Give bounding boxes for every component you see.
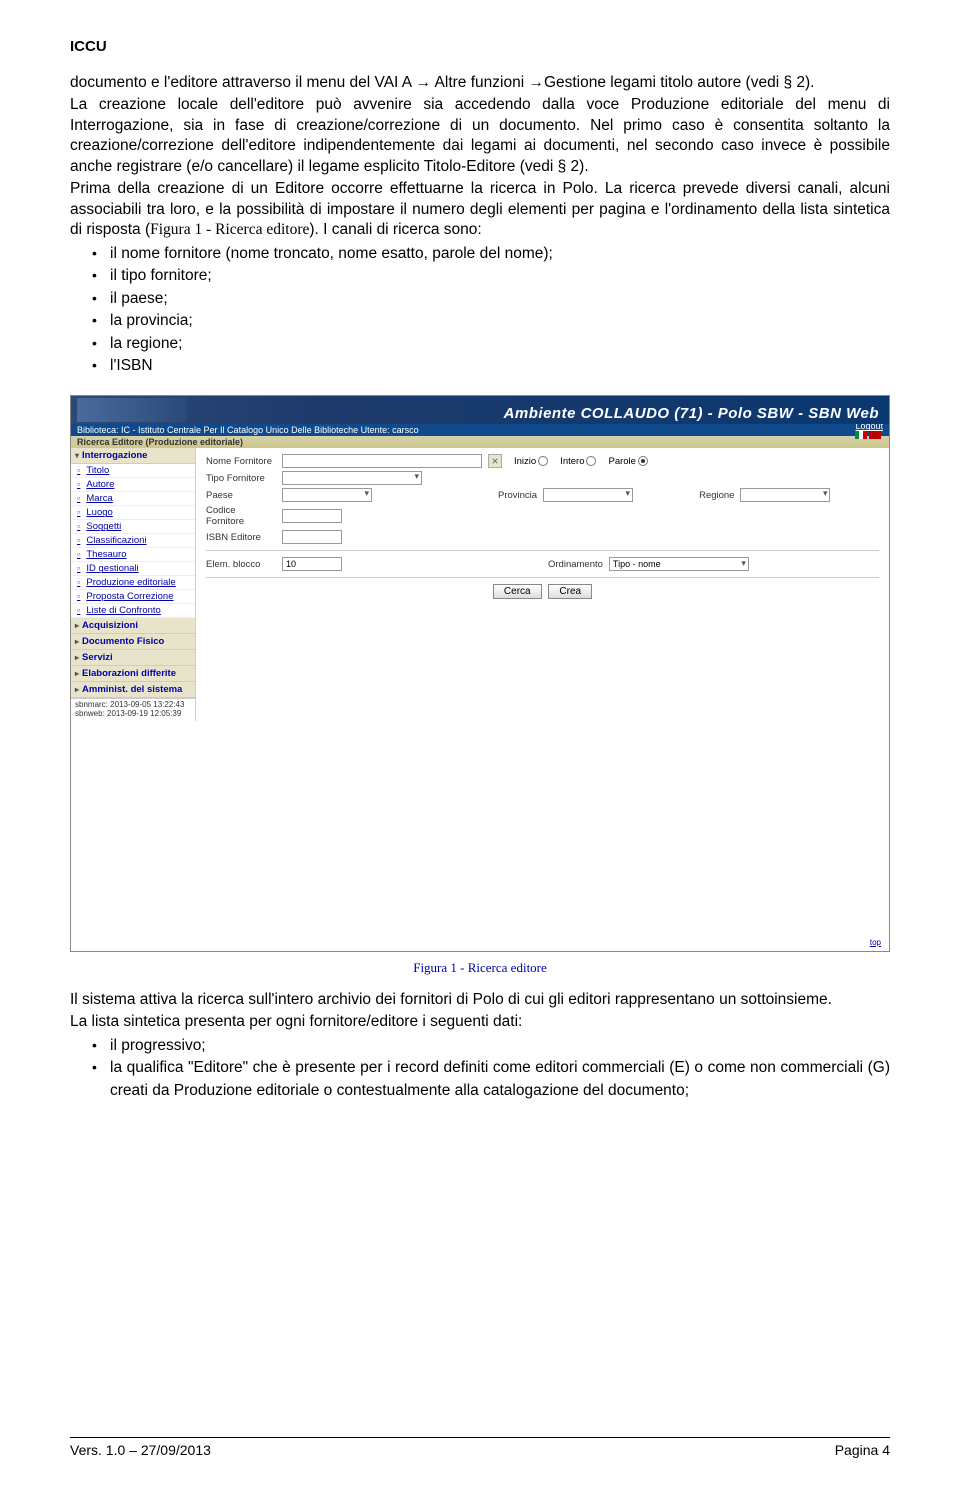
sidebar-item-id-gestionali[interactable]: ID gestionali [71, 562, 195, 576]
input-isbn[interactable] [282, 530, 342, 544]
body-text-2: Il sistema attiva la ricerca sull'intero… [70, 990, 890, 1102]
input-nome-fornitore[interactable] [282, 454, 482, 468]
paragraph-4: Il sistema attiva la ricerca sull'intero… [70, 990, 890, 1010]
build-info-2: sbnweb: 2013-09-19 12:05:39 [75, 710, 191, 719]
paragraph-2: La creazione locale dell'editore può avv… [70, 95, 890, 177]
sidebar-item-thesauro[interactable]: Thesauro [71, 548, 195, 562]
app-title: Ambiente COLLAUDO (71) - Polo SBW - SBN … [504, 405, 879, 422]
select-paese[interactable] [282, 488, 372, 502]
radio-inizio[interactable]: Inizio [514, 456, 548, 467]
label-paese: Paese [206, 490, 276, 501]
sidebar-item-produzione-editoriale[interactable]: Produzione editoriale [71, 576, 195, 590]
label-isbn: ISBN Editore [206, 532, 276, 543]
list-item: la qualifica "Editore" che è presente pe… [110, 1057, 890, 1102]
clear-icon[interactable]: ⨯ [488, 454, 502, 468]
label-codice-fornitore: Codice Fornitore [206, 505, 276, 527]
figure-caption: Figura 1 - Ricerca editore [70, 960, 890, 976]
radio-inizio-label: Inizio [514, 456, 536, 467]
sidebar-section-documento-fisico[interactable]: Documento Fisico [71, 634, 195, 650]
input-codice-fornitore[interactable] [282, 509, 342, 523]
sidebar-section-elaborazioni[interactable]: Elaborazioni differite [71, 666, 195, 682]
app-userbar: Biblioteca: IC - Istituto Centrale Per I… [71, 424, 889, 436]
main-form: Nome Fornitore ⨯ Inizio Intero Parole Ti… [196, 448, 889, 721]
sidebar-item-soggetti[interactable]: Soggetti [71, 520, 195, 534]
bullet-list-2: il progressivo; la qualifica "Editore" c… [70, 1035, 890, 1102]
list-item: il progressivo; [110, 1035, 890, 1057]
sidebar-item-titolo[interactable]: Titolo [71, 464, 195, 478]
sidebar-item-luogo[interactable]: Luogo [71, 506, 195, 520]
select-tipo-fornitore[interactable] [282, 471, 422, 485]
list-item: la provincia; [110, 310, 890, 332]
select-ordinamento[interactable]: Tipo - nome [609, 557, 749, 571]
top-link[interactable]: top [870, 938, 881, 947]
label-nome-fornitore: Nome Fornitore [206, 456, 276, 467]
sidebar-item-proposta-correzione[interactable]: Proposta Correzione [71, 590, 195, 604]
sidebar-item-autore[interactable]: Autore [71, 478, 195, 492]
list-item: l'ISBN [110, 355, 890, 377]
footer-version: Vers. 1.0 – 27/09/2013 [70, 1442, 211, 1458]
body-text: documento e l'editore attraverso il menu… [70, 73, 890, 377]
figure-ref: Figura 1 - Ricerca editore [150, 221, 309, 238]
app-banner: Ambiente COLLAUDO (71) - Polo SBW - SBN … [71, 396, 889, 424]
flag-it-icon[interactable] [855, 431, 867, 439]
sidebar-item-classificazioni[interactable]: Classificazioni [71, 534, 195, 548]
sidebar-item-liste-confronto[interactable]: Liste di Confronto [71, 604, 195, 618]
userbar-left: Biblioteca: IC - Istituto Centrale Per I… [77, 425, 419, 435]
doc-header: ICCU [70, 38, 890, 55]
bullet-list-1: il nome fornitore (nome troncato, nome e… [70, 243, 890, 378]
app-screenshot: Ambiente COLLAUDO (71) - Polo SBW - SBN … [70, 395, 890, 952]
cerca-button[interactable]: Cerca [493, 584, 542, 599]
label-provincia: Provincia [498, 490, 537, 501]
flag-uk-icon[interactable] [869, 431, 881, 439]
radio-intero-label: Intero [560, 456, 584, 467]
list-item: il paese; [110, 288, 890, 310]
sidebar-item-marca[interactable]: Marca [71, 492, 195, 506]
radio-parole-label: Parole [608, 456, 635, 467]
para3-c: ). I canali di ricerca sono: [309, 221, 481, 238]
paragraph-3: Prima della creazione di un Editore occo… [70, 179, 890, 240]
list-item: la regione; [110, 333, 890, 355]
radio-intero[interactable]: Intero [560, 456, 596, 467]
app-logo [77, 398, 187, 422]
sidebar-footer: sbnmarc: 2013-09-05 13:22:43 sbnweb: 201… [71, 698, 195, 721]
input-elem-blocco[interactable]: 10 [282, 557, 342, 571]
label-tipo-fornitore: Tipo Fornitore [206, 473, 276, 484]
sidebar-section-interrogazione[interactable]: Interrogazione [71, 448, 195, 464]
select-provincia[interactable] [543, 488, 633, 502]
footer-page: Pagina 4 [835, 1442, 890, 1458]
label-ordinamento: Ordinamento [548, 559, 603, 570]
list-item: il nome fornitore (nome troncato, nome e… [110, 243, 890, 265]
paragraph-5: La lista sintetica presenta per ogni for… [70, 1012, 890, 1032]
select-regione[interactable] [740, 488, 830, 502]
blank-area: top [71, 721, 889, 951]
sidebar: Interrogazione Titolo Autore Marca Luogo… [71, 448, 196, 721]
label-regione: Regione [699, 490, 734, 501]
crea-button[interactable]: Crea [548, 584, 592, 599]
radio-parole[interactable]: Parole [608, 456, 647, 467]
sidebar-section-acquisizioni[interactable]: Acquisizioni [71, 618, 195, 634]
sidebar-section-amministrazione[interactable]: Amminist. del sistema [71, 682, 195, 698]
label-elem-blocco: Elem. blocco [206, 559, 276, 570]
list-item: il tipo fornitore; [110, 265, 890, 287]
sidebar-section-servizi[interactable]: Servizi [71, 650, 195, 666]
paragraph-1: documento e l'editore attraverso il menu… [70, 73, 890, 93]
breadcrumb: Ricerca Editore (Produzione editoriale) [71, 436, 889, 448]
page-footer: Vers. 1.0 – 27/09/2013 Pagina 4 [70, 1437, 890, 1458]
